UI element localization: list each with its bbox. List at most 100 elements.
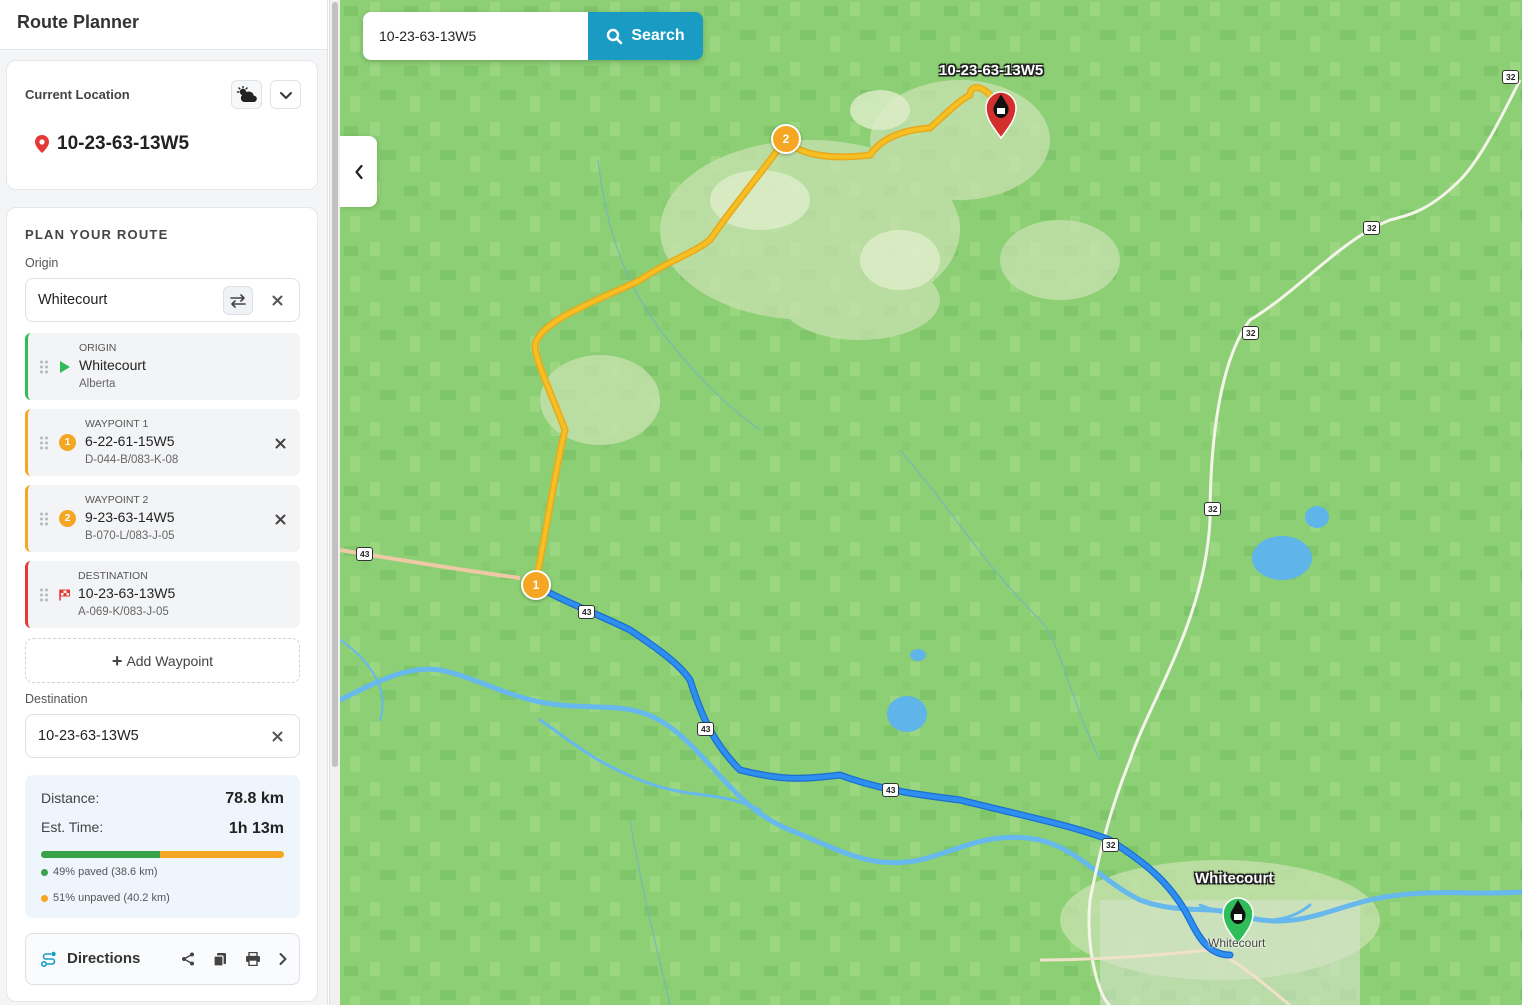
paved-dot — [41, 868, 48, 876]
sidebar: Route Planner Current Location 10-23-63-… — [0, 0, 328, 1005]
destination-input-value: 10-23-63-13W5 — [38, 728, 139, 744]
stop-origin[interactable]: ORIGIN Whitecourt Alberta — [25, 333, 300, 400]
add-waypoint-button[interactable]: + Add Waypoint — [25, 638, 300, 683]
highway-shield: 43 — [882, 783, 900, 797]
weather-button[interactable] — [231, 80, 262, 109]
swap-icon — [230, 293, 246, 308]
highway-shield: 32 — [1102, 838, 1120, 852]
paved-ratio-bar — [41, 851, 284, 858]
destination-input[interactable]: 10-23-63-13W5 — [25, 714, 300, 758]
stop-sub: A-069-K/083-J-05 — [78, 606, 169, 618]
paved-bar-fill — [41, 851, 161, 858]
add-waypoint-label: Add Waypoint — [126, 652, 214, 669]
expand-location-button[interactable] — [270, 80, 301, 109]
close-icon — [275, 514, 285, 524]
highway-shield: 43 — [578, 605, 596, 619]
highway-shield: 32 — [1204, 502, 1222, 516]
print-icon[interactable] — [244, 950, 262, 968]
map-pin-icon — [35, 135, 49, 153]
map-view[interactable]: 32 32 32 32 43 43 43 43 32 1 2 10-23-63-… — [340, 0, 1522, 1005]
origin-clear-button[interactable] — [268, 291, 286, 309]
stop-kind: WAYPOINT 1 — [85, 418, 149, 430]
directions-bar[interactable]: Directions — [25, 933, 300, 985]
current-location-card: Current Location 10-23-63-13W5 — [6, 60, 318, 190]
route-summary: Distance: 78.8 km Est. Time: 1h 13m 49% … — [25, 775, 300, 918]
drag-handle-icon[interactable] — [39, 512, 49, 526]
time-label: Est. Time: — [41, 819, 104, 835]
waypoint-1-map-marker[interactable]: 1 — [521, 570, 551, 600]
origin-input[interactable]: Whitecourt — [25, 278, 300, 322]
waypoint-1-badge: 1 — [59, 434, 76, 451]
waypoint-number: 1 — [59, 434, 76, 451]
destination-label: Destination — [25, 692, 88, 706]
swap-button[interactable] — [223, 286, 253, 315]
plan-route-card: PLAN YOUR ROUTE Origin Whitecourt ORIGIN… — [6, 207, 318, 1002]
highway-shield: 32 — [1502, 70, 1520, 84]
app: Route Planner Current Location 10-23-63-… — [0, 0, 1522, 1005]
stop-name: 6-22-61-15W5 — [85, 433, 175, 449]
stop-name: 10-23-63-13W5 — [78, 585, 176, 601]
stop-waypoint-1[interactable]: 1 WAYPOINT 1 6-22-61-15W5 D-044-B/083-K-… — [25, 409, 300, 476]
sidebar-header: Route Planner — [0, 0, 327, 50]
stop-name: Whitecourt — [79, 357, 146, 373]
waypoint-number: 2 — [59, 510, 76, 527]
stop-sub: D-044-B/083-K-08 — [85, 454, 179, 466]
chevron-right-icon[interactable] — [274, 950, 292, 968]
collapse-sidebar-button[interactable] — [340, 136, 377, 207]
plus-icon: + — [111, 650, 123, 671]
close-icon — [275, 438, 285, 448]
stop-name: 9-23-63-14W5 — [85, 509, 175, 525]
stop-sub: Alberta — [79, 378, 116, 390]
highway-shield: 32 — [1242, 326, 1260, 340]
drag-handle-icon[interactable] — [39, 588, 49, 602]
stop-destination[interactable]: DESTINATION 10-23-63-13W5 A-069-K/083-J-… — [25, 561, 300, 628]
drag-handle-icon[interactable] — [39, 360, 49, 374]
drag-handle-icon[interactable] — [39, 436, 49, 450]
current-location-text: 10-23-63-13W5 — [57, 133, 190, 154]
current-location-label: Current Location — [25, 87, 130, 102]
paved-legend: 49% paved (38.6 km) — [41, 866, 158, 878]
close-icon — [272, 731, 282, 741]
flag-icon — [59, 589, 70, 601]
highway-shield: 43 — [697, 722, 715, 736]
stop-kind: DESTINATION — [78, 570, 148, 582]
map-canvas[interactable] — [340, 0, 1522, 1005]
distance-label: Distance: — [41, 790, 100, 806]
stop-kind: ORIGIN — [79, 342, 117, 354]
origin-input-value: Whitecourt — [38, 292, 108, 308]
chevron-left-icon — [354, 164, 363, 179]
destination-map-label: 10-23-63-13W5 — [939, 62, 1044, 79]
search-icon — [607, 28, 623, 44]
waypoint-2-map-marker[interactable]: 2 — [771, 124, 801, 154]
search-button[interactable]: Search — [588, 12, 703, 60]
map-search-input[interactable] — [363, 12, 588, 60]
app-title: Route Planner — [17, 12, 140, 32]
stop-waypoint-2[interactable]: 2 WAYPOINT 2 9-23-63-14W5 B-070-L/083-J-… — [25, 485, 300, 552]
chevron-down-icon — [279, 91, 292, 99]
unpaved-dot — [41, 894, 48, 902]
stop-sub: B-070-L/083-J-05 — [85, 530, 175, 542]
remove-waypoint-2-button[interactable] — [272, 511, 288, 527]
remove-waypoint-1-button[interactable] — [272, 435, 288, 451]
destination-clear-button[interactable] — [268, 727, 286, 745]
town-label: Whitecourt — [1208, 936, 1266, 950]
scrollbar-thumb[interactable] — [332, 2, 338, 767]
copy-icon[interactable] — [211, 950, 229, 968]
highway-shield: 32 — [1363, 221, 1381, 235]
sidebar-scrollbar[interactable] — [329, 0, 340, 1005]
play-icon — [60, 361, 70, 373]
destination-marker — [59, 588, 71, 606]
unpaved-legend: 51% unpaved (40.2 km) — [41, 892, 170, 904]
search-button-label: Search — [631, 27, 685, 44]
origin-map-label: Whitecourt — [1195, 870, 1274, 887]
distance-value: 78.8 km — [225, 790, 284, 807]
unpaved-text: 51% unpaved (40.2 km) — [53, 892, 170, 904]
origin-label: Origin — [25, 256, 59, 270]
paved-text: 49% paved (38.6 km) — [53, 866, 158, 878]
share-icon[interactable] — [179, 950, 197, 968]
highway-shield: 43 — [356, 547, 374, 561]
map-search: Search — [363, 12, 703, 60]
origin-marker — [59, 360, 70, 378]
cloud-sun-icon — [236, 85, 257, 102]
route-icon — [40, 950, 58, 968]
